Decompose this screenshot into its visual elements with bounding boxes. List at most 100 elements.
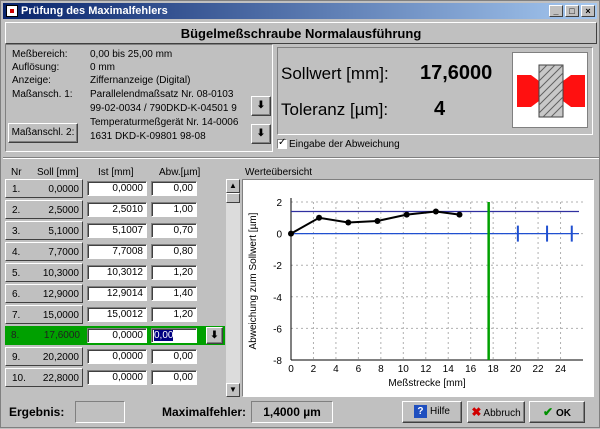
data-point [374,217,381,224]
abw-input[interactable]: 0,80 [151,244,197,259]
close-button[interactable]: × [581,5,595,17]
scroll-up-button[interactable]: ▲ [226,179,240,193]
massanschl2-line2: 1631 DKD-K-09801 98-08 [90,131,206,142]
abw-input[interactable]: 1,40 [151,286,197,301]
row-soll: 20,2000 [42,352,79,363]
ergebnis-label: Ergebnis: [9,405,65,419]
aufloesung-label: Auflösung: [12,62,60,73]
checkbox-check-icon[interactable] [277,137,287,150]
ist-input[interactable]: 10,3012 [87,265,147,280]
ist-input[interactable]: 15,0012 [87,307,147,322]
app-icon [6,5,18,17]
ist-input[interactable]: 0,0000 [87,181,147,196]
minimize-button[interactable]: _ [549,5,563,17]
abw-selected-text: 0,00 [154,330,174,341]
toleranz-value: 4 [434,98,446,120]
cancel-button[interactable]: ✖ Abbruch [467,401,525,423]
ist-input[interactable]: 0,0000 [87,349,147,364]
y-tick-label: 0 [276,230,282,241]
messbereich-value: 0,00 bis 25,00 mm [90,49,173,60]
divider [3,157,599,159]
checkmark-icon: ✔ [542,405,554,419]
ist-input[interactable]: 5,1007 [87,223,147,238]
toleranz-label: Toleranz [µm]: [281,100,389,119]
close-icon: ✖ [471,405,482,419]
table-row[interactable]: 4. 7,7000 [5,242,83,261]
row-soll: 22,8000 [42,373,79,384]
arrow-down-2-button[interactable]: ⬇ [251,124,271,144]
ergebnis-value [75,401,125,423]
table-scrollbar[interactable]: ▲ ▼ [226,179,240,397]
arrow-down-1-button[interactable]: ⬇ [251,96,271,116]
arrow-down-icon: ⬇ [256,100,266,111]
maxfehler-label: Maximalfehler: [162,405,247,419]
abw-input[interactable]: 0,00 [151,328,197,343]
scroll-down-button[interactable]: ▼ [226,383,240,397]
table-row[interactable]: 2. 2,5000 [5,200,83,219]
ist-input[interactable]: 0,0000 [87,328,147,343]
abw-input[interactable]: 0,70 [151,223,197,238]
x-tick-label: 6 [356,364,362,375]
sollwert-label: Sollwert [mm]: [281,64,389,83]
maximize-button[interactable]: □ [565,5,579,17]
window-title: Prüfung des Maximalfehlers [21,5,168,17]
abw-input[interactable]: 0,00 [151,370,197,385]
abw-input[interactable]: 1,20 [151,307,197,322]
table-row[interactable]: 10. 22,8000 [5,368,83,387]
x-tick-label: 0 [288,364,294,375]
arrow-up-icon: ▲ [229,181,237,190]
abw-input[interactable]: 1,00 [151,202,197,217]
col-header-soll: Soll [mm] [37,167,79,178]
data-point [288,230,294,237]
ist-input[interactable]: 0,0000 [87,370,147,385]
maxfehler-value: 1,4000 µm [251,401,333,423]
table-row[interactable]: 1. 0,0000 [5,179,83,198]
title-bar: Prüfung des Maximalfehlers _ □ × [3,3,597,19]
chart-svg: 0 2 4 6 8 10 12 14 16 18 20 22 2420-2-4-6-8Meßstreck… [248,198,583,389]
x-tick-label: 18 [488,364,500,375]
x-tick-label: 20 [510,364,522,375]
row-confirm-button[interactable]: ⬇ [206,327,223,344]
table-row[interactable]: 6. 12,9000 [5,284,83,303]
eingabe-checkbox[interactable]: Eingabe der Abweichung [277,137,400,150]
abw-input[interactable]: 0,00 [151,181,197,196]
sollwert-panel: Sollwert [mm]: 17,6000 Toleranz [µm]: 4 [277,47,593,135]
cancel-button-label: Abbruch [483,408,521,419]
y-tick-label: -8 [273,356,282,367]
eingabe-checkbox-label: Eingabe der Abweichung [289,139,400,150]
massanschl1-label: Maßansch. 1: [12,89,73,100]
table-row[interactable]: 5. 10,3000 [5,263,83,282]
x-tick-label: 8 [378,364,384,375]
y-tick-label: 2 [276,198,282,209]
table-row[interactable]: 8. 17,6000 [5,326,83,345]
row-soll: 0,0000 [48,184,79,195]
y-tick-label: -6 [273,324,282,335]
aufloesung-value: 0 mm [90,62,115,73]
arrow-down-icon: ▼ [229,385,237,394]
x-axis-label: Meßstrecke [mm] [388,378,465,389]
ist-input[interactable]: 12,9014 [87,286,147,301]
table-row[interactable]: 9. 20,2000 [5,347,83,366]
arrow-down-icon: ⬇ [210,330,219,341]
abw-input[interactable]: 0,00 [151,349,197,364]
help-button[interactable]: ? Hilfe [402,401,462,423]
device-info-panel: Meßbereich: 0,00 bis 25,00 mm Auflösung:… [5,44,273,152]
table-row[interactable]: 7. 15,0000 [5,305,83,324]
massanschl1-line1: Parallelendmaßsatz Nr. 08-0103 [90,89,234,100]
page-title: Bügelmeßschraube Normalausführung [5,22,597,44]
werteuebersicht-label: Werteübersicht [245,167,313,178]
massanschl2-button[interactable]: Maßanschl. 2: [8,123,78,143]
footer-bar: Ergebnis: Maximalfehler: 1,4000 µm ? Hilf… [1,399,600,429]
scroll-thumb[interactable] [226,193,240,203]
x-tick-label: 2 [311,364,317,375]
y-tick-label: -2 [273,261,282,272]
table-row[interactable]: 3. 5,1000 [5,221,83,240]
row-soll: 10,3000 [42,268,79,279]
row-soll: 15,0000 [42,310,79,321]
ok-button[interactable]: ✔ OK [529,401,585,423]
x-tick-label: 10 [398,364,410,375]
ist-input[interactable]: 2,5010 [87,202,147,217]
abw-input[interactable]: 1,20 [151,265,197,280]
ist-input[interactable]: 7,7008 [87,244,147,259]
anzeige-value: Ziffernanzeige (Digital) [90,75,191,86]
